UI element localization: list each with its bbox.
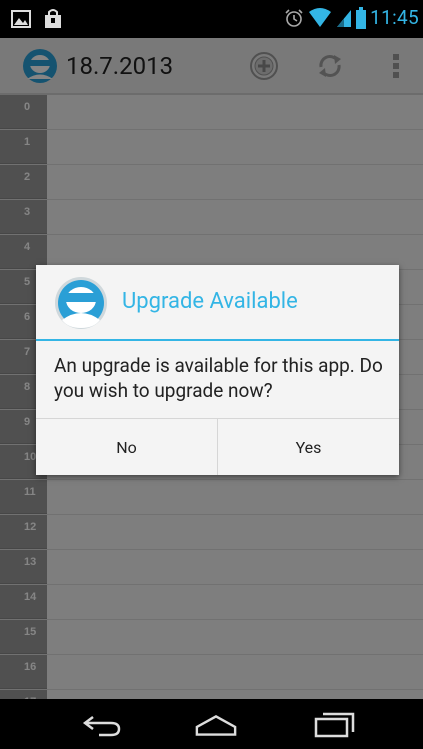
shopping-bag-notification-icon	[45, 9, 61, 28]
dialog-message: An upgrade is available for this app. Do…	[54, 354, 383, 402]
recent-apps-icon	[314, 712, 355, 738]
home-button[interactable]	[194, 711, 238, 739]
status-bar: 11:45	[0, 0, 423, 38]
battery-icon	[356, 6, 367, 29]
recent-apps-button[interactable]	[312, 711, 356, 739]
dialog-button-bar: No Yes	[36, 418, 399, 475]
dialog-header: Upgrade Available	[36, 265, 399, 341]
screenshot-notification-icon	[11, 10, 31, 28]
back-icon	[82, 716, 121, 737]
home-icon	[195, 715, 237, 736]
dialog-title: Upgrade Available	[122, 289, 298, 314]
signal-icon	[337, 9, 352, 27]
upgrade-dialog: Upgrade Available An upgrade is availabl…	[36, 265, 399, 475]
back-button[interactable]	[80, 711, 124, 739]
navigation-bar	[0, 699, 423, 749]
app-logo-icon	[55, 277, 107, 329]
status-time: 11:45	[370, 6, 419, 29]
alarm-icon	[285, 8, 303, 27]
no-button[interactable]: No	[36, 419, 218, 475]
wifi-icon	[309, 7, 332, 27]
yes-button[interactable]: Yes	[218, 419, 399, 475]
